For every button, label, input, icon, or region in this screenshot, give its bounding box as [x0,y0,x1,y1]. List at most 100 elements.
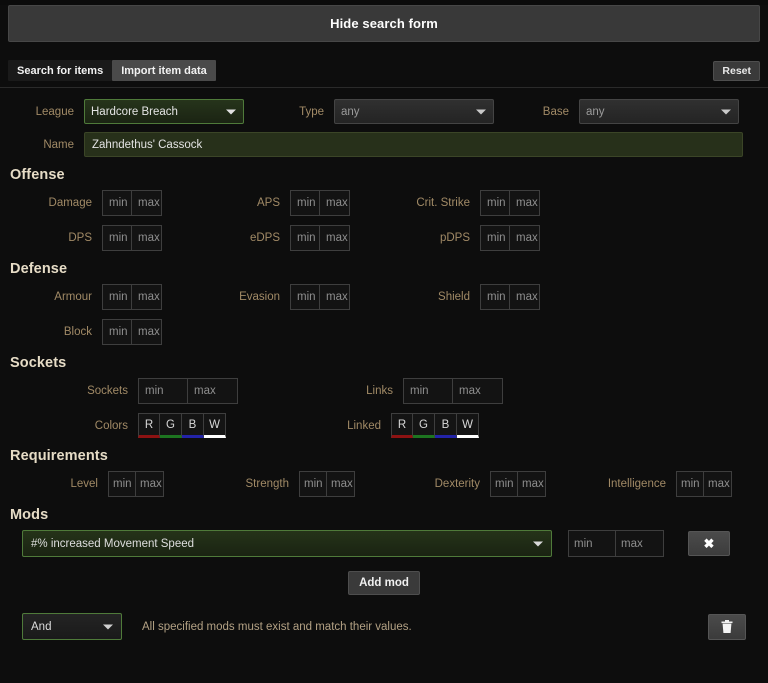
strength-range: min max [299,471,355,497]
mod-select[interactable]: #% increased Movement Speed [22,530,552,557]
name-input[interactable]: Zahndethus' Cassock [84,132,743,157]
row-requirements: Level min max Strength min max Dexterity… [8,471,760,497]
crit-strike-min-input[interactable]: min [480,190,510,216]
chevron-down-icon [533,541,543,546]
match-mode-note: All specified mods must exist and match … [142,620,412,633]
dps-min-input[interactable]: min [102,225,132,251]
tabstrip-divider [0,87,768,88]
crit-strike-label: Crit. Strike [416,197,470,209]
type-select[interactable]: any [334,99,494,124]
armour-min-input[interactable]: min [102,284,132,310]
sockets-section-title: Sockets [10,355,67,371]
strength-label: Strength [245,478,289,490]
level-range: min max [108,471,164,497]
socket-color-green-input[interactable]: G [160,413,182,438]
damage-range: min max [102,190,162,216]
mod-select-value: #% increased Movement Speed [31,537,195,550]
row-name: Name Zahndethus' Cassock [8,132,760,157]
match-mode-value: And [31,620,52,633]
base-select-value: any [586,105,605,118]
row-sockets-1: Sockets min max Links min max [8,378,760,404]
evasion-max-input[interactable]: max [320,284,350,310]
damage-max-input[interactable]: max [132,190,162,216]
row-offense-1: Damage min max APS min max Crit. Strike … [8,190,760,216]
sockets-label: Sockets [87,385,128,397]
intelligence-min-input[interactable]: min [676,471,704,497]
sockets-max-input[interactable]: max [188,378,238,404]
armour-max-input[interactable]: max [132,284,162,310]
intelligence-max-input[interactable]: max [704,471,732,497]
edps-min-input[interactable]: min [290,225,320,251]
level-min-input[interactable]: min [108,471,136,497]
damage-min-input[interactable]: min [102,190,132,216]
form-body: League Hardcore Breach Type any Base any… [0,99,768,640]
socket-color-white-input[interactable]: W [204,413,226,438]
sockets-range: min max [138,378,238,404]
shield-range: min max [480,284,540,310]
dexterity-min-input[interactable]: min [490,471,518,497]
aps-max-input[interactable]: max [320,190,350,216]
armour-range: min max [102,284,162,310]
league-label: League [35,105,74,118]
dps-range: min max [102,225,162,251]
add-mod-label: Add mod [359,577,409,589]
linked-color-red-input[interactable]: R [391,413,413,438]
evasion-min-input[interactable]: min [290,284,320,310]
row-defense-1: Armour min max Evasion min max Shield mi… [8,284,760,310]
links-range: min max [403,378,503,404]
row-offense-2: DPS min max eDPS min max pDPS min max [8,225,760,251]
clear-mods-button[interactable] [708,613,746,640]
crit-strike-max-input[interactable]: max [510,190,540,216]
league-select[interactable]: Hardcore Breach [84,99,244,124]
remove-mod-button[interactable]: ✖ [688,531,730,556]
shield-min-input[interactable]: min [480,284,510,310]
add-mod-row: Add mod [8,571,760,595]
sockets-min-input[interactable]: min [138,378,188,404]
row-sockets-2: Colors R G B W Linked R G B W [8,413,760,438]
block-max-input[interactable]: max [132,319,162,345]
hide-search-form-button[interactable]: Hide search form [8,5,760,42]
crit-strike-range: min max [480,190,540,216]
add-mod-button[interactable]: Add mod [348,571,420,595]
linked-color-green-input[interactable]: G [413,413,435,438]
dexterity-label: Dexterity [434,478,480,490]
block-min-input[interactable]: min [102,319,132,345]
block-label: Block [63,326,92,338]
mod-min-input[interactable]: min [568,530,616,557]
aps-min-input[interactable]: min [290,190,320,216]
chevron-down-icon [721,109,731,114]
match-mode-select[interactable]: And [22,613,122,640]
requirements-section-title: Requirements [10,448,108,464]
socket-color-blue-input[interactable]: B [182,413,204,438]
pdps-max-input[interactable]: max [510,225,540,251]
pdps-min-input[interactable]: min [480,225,510,251]
offense-section-title: Offense [10,167,65,183]
trash-icon [721,619,733,633]
tab-import-item-data[interactable]: Import item data [112,60,216,81]
chevron-down-icon [103,624,113,629]
dps-max-input[interactable]: max [132,225,162,251]
base-select[interactable]: any [579,99,739,124]
row-defense-2: Block min max [8,319,760,345]
socket-color-red-input[interactable]: R [138,413,160,438]
edps-max-input[interactable]: max [320,225,350,251]
shield-max-input[interactable]: max [510,284,540,310]
strength-max-input[interactable]: max [327,471,355,497]
level-max-input[interactable]: max [136,471,164,497]
row-league-type-base: League Hardcore Breach Type any Base any [8,99,760,124]
tab-search-for-items[interactable]: Search for items [8,60,113,81]
linked-color-blue-input[interactable]: B [435,413,457,438]
dexterity-max-input[interactable]: max [518,471,546,497]
block-range: min max [102,319,162,345]
links-max-input[interactable]: max [453,378,503,404]
linked-color-white-input[interactable]: W [457,413,479,438]
linked-label: Linked [347,419,381,432]
mod-max-input[interactable]: max [616,530,664,557]
pdps-range: min max [480,225,540,251]
edps-label: eDPS [249,232,280,244]
strength-min-input[interactable]: min [299,471,327,497]
defense-section-title: Defense [10,261,68,277]
reset-button[interactable]: Reset [713,61,760,81]
aps-range: min max [290,190,350,216]
links-min-input[interactable]: min [403,378,453,404]
